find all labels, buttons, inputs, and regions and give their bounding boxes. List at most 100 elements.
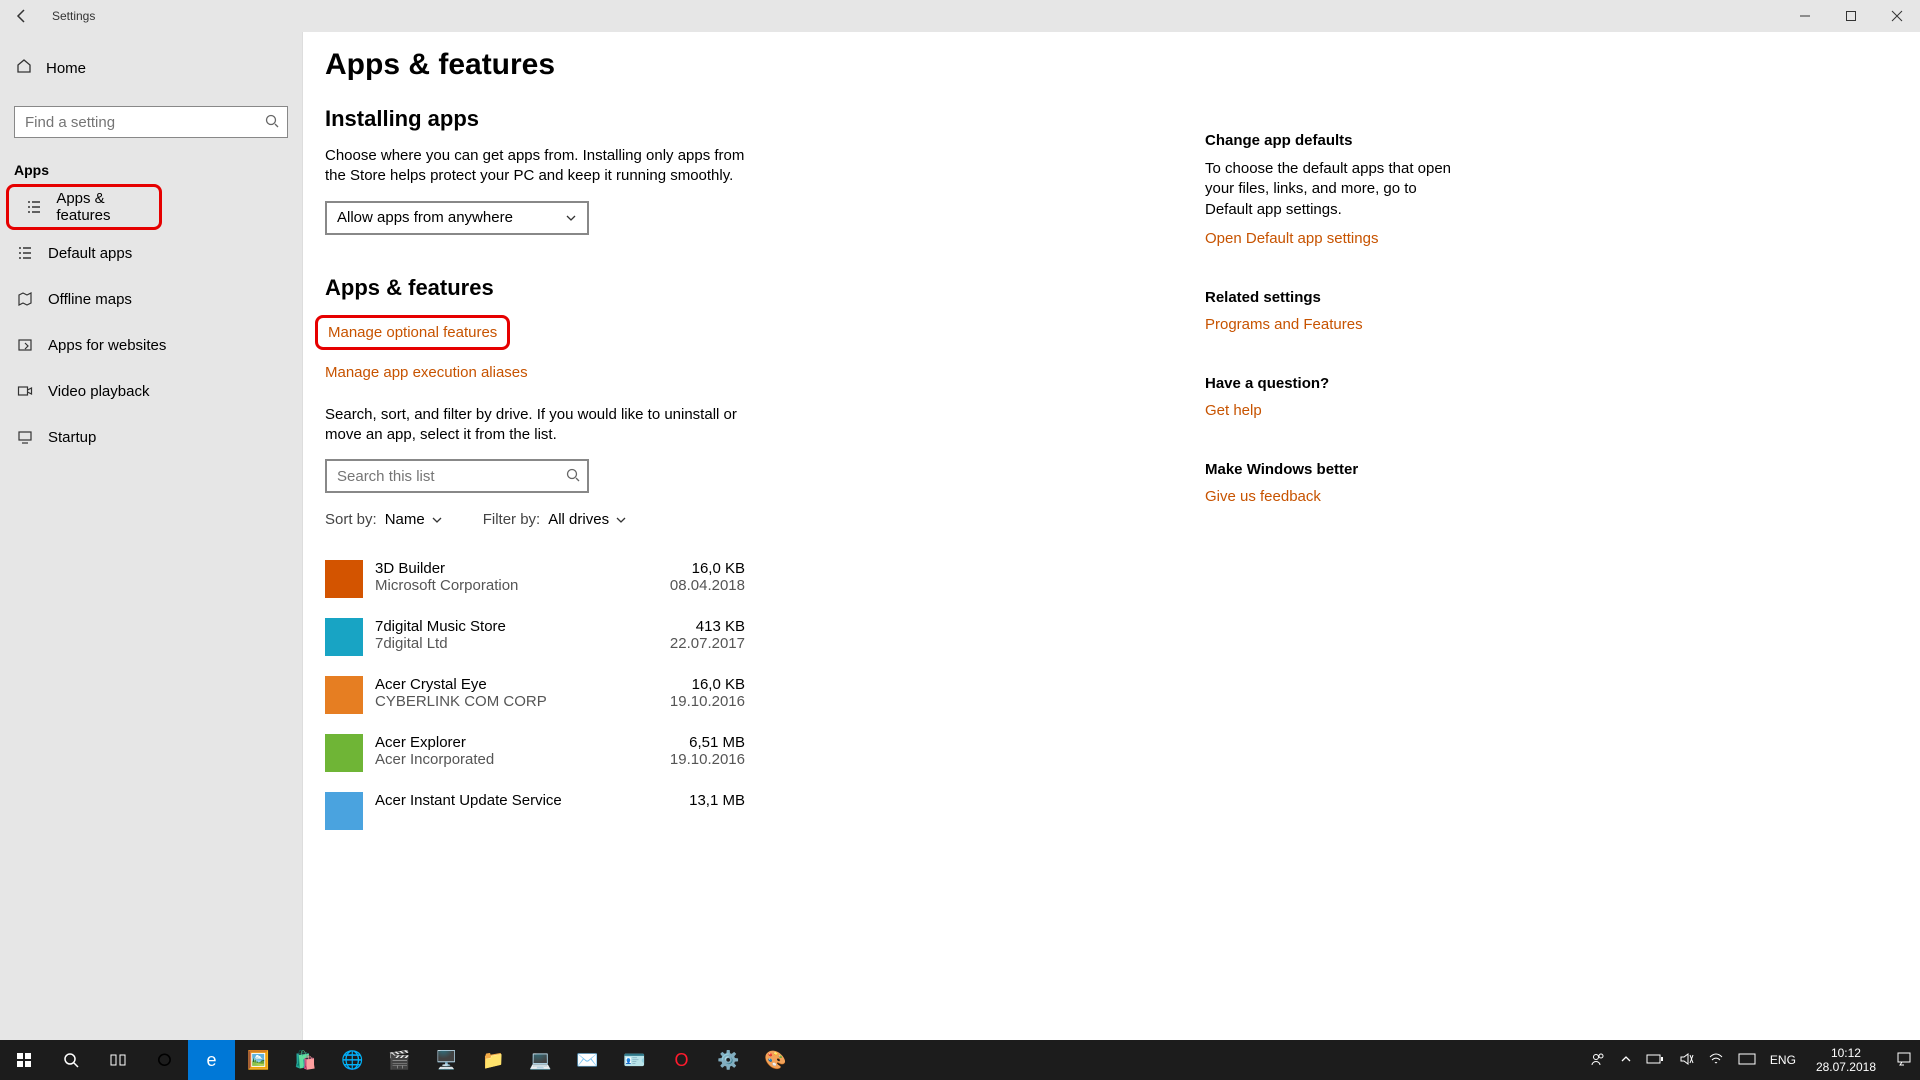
minimize-button[interactable] <box>1782 0 1828 32</box>
main: Apps & features Installing apps Choose w… <box>303 32 1920 1040</box>
taskbar-app-opera[interactable]: O <box>658 1040 705 1080</box>
taskbar-time: 10:12 <box>1816 1046 1876 1060</box>
sidebar-search-input[interactable] <box>14 106 288 138</box>
rail-have-question: Have a question? Get help <box>1205 375 1465 419</box>
sort-by-control[interactable]: Sort by: Name <box>325 511 443 528</box>
sidebar-item-apps-for-websites[interactable]: Apps for websites <box>0 322 302 368</box>
keyboard-icon[interactable] <box>1738 1053 1756 1068</box>
home-icon <box>16 58 32 78</box>
sidebar-home[interactable]: Home <box>0 46 302 90</box>
search-icon <box>264 113 280 133</box>
open-default-app-settings-link[interactable]: Open Default app settings <box>1205 230 1378 247</box>
app-row[interactable]: 7digital Music Store7digital Ltd413 KB22… <box>325 608 745 666</box>
manage-app-execution-aliases-link[interactable]: Manage app execution aliases <box>325 364 528 381</box>
filter-by-control[interactable]: Filter by: All drives <box>483 511 627 528</box>
taskbar-app-paint[interactable]: 🎨 <box>752 1040 799 1080</box>
app-row[interactable]: Acer Instant Update Service13,1 MB <box>325 782 745 840</box>
app-name: 7digital Music Store <box>375 618 658 635</box>
manage-optional-features-link[interactable]: Manage optional features <box>315 315 510 350</box>
sidebar-item-label: Offline maps <box>48 291 132 308</box>
list-icon <box>25 199 42 215</box>
start-button[interactable] <box>0 1040 47 1080</box>
action-center-icon[interactable] <box>1896 1051 1912 1070</box>
movie-icon: 🎬 <box>388 1050 410 1071</box>
app-icon <box>325 560 363 598</box>
apps-features-title: Apps & features <box>325 275 1185 301</box>
sidebar-item-offline-maps[interactable]: Offline maps <box>0 276 302 322</box>
rail-change-defaults: Change app defaults To choose the defaul… <box>1205 132 1465 247</box>
app-row[interactable]: Acer ExplorerAcer Incorporated6,51 MB19.… <box>325 724 745 782</box>
id-icon: 🪪 <box>623 1050 645 1071</box>
installing-apps-desc: Choose where you can get apps from. Inst… <box>325 146 765 187</box>
sort-by-value: Name <box>385 511 425 528</box>
folder-icon: 📁 <box>482 1050 504 1071</box>
taskbar-app-photos[interactable]: 🖼️ <box>235 1040 282 1080</box>
sidebar-section-label: Apps <box>14 162 302 178</box>
taskbar-app-cortana[interactable]: ⭘ <box>141 1040 188 1080</box>
app-row[interactable]: Acer Crystal EyeCYBERLINK COM CORP16,0 K… <box>325 666 745 724</box>
volume-icon[interactable] <box>1678 1051 1694 1070</box>
app-publisher: Acer Incorporated <box>375 751 658 768</box>
startup-icon <box>16 429 34 445</box>
sidebar-item-default-apps[interactable]: Default apps <box>0 230 302 276</box>
app-name: Acer Explorer <box>375 734 658 751</box>
app-publisher: 7digital Ltd <box>375 635 658 652</box>
task-view-button[interactable] <box>94 1040 141 1080</box>
right-rail: Change app defaults To choose the defaul… <box>1205 132 1465 547</box>
app-publisher: CYBERLINK COM CORP <box>375 693 658 710</box>
window-controls <box>1782 0 1920 32</box>
taskbar-app-chrome[interactable]: 🌐 <box>329 1040 376 1080</box>
taskbar-search-button[interactable] <box>47 1040 94 1080</box>
sidebar-item-label: Startup <box>48 429 96 446</box>
circle-icon: ⭘ <box>157 1050 171 1071</box>
chevron-down-icon <box>565 212 577 224</box>
sort-by-label: Sort by: <box>325 511 377 528</box>
people-icon[interactable] <box>1590 1051 1606 1070</box>
wifi-icon[interactable] <box>1708 1051 1724 1070</box>
programs-and-features-link[interactable]: Programs and Features <box>1205 316 1363 333</box>
titlebar: Settings <box>0 0 1920 32</box>
sidebar-home-label: Home <box>46 60 86 77</box>
apps-features-desc: Search, sort, and filter by drive. If yo… <box>325 405 765 446</box>
taskbar-app-network[interactable]: 💻 <box>517 1040 564 1080</box>
give-us-feedback-link[interactable]: Give us feedback <box>1205 488 1321 505</box>
filter-by-value: All drives <box>548 511 609 528</box>
taskbar-app-explorer[interactable]: 📁 <box>470 1040 517 1080</box>
photos-icon: 🖼️ <box>247 1050 269 1071</box>
app-name: 3D Builder <box>375 560 658 577</box>
opera-icon: O <box>674 1050 688 1071</box>
taskbar-app-edge[interactable]: e <box>188 1040 235 1080</box>
taskbar-app-id[interactable]: 🪪 <box>611 1040 658 1080</box>
language-indicator[interactable]: ENG <box>1770 1053 1796 1067</box>
app-list-search-wrap <box>325 459 589 493</box>
install-source-select[interactable]: Allow apps from anywhere <box>325 201 589 235</box>
chrome-icon: 🌐 <box>341 1050 363 1071</box>
rail-related-settings: Related settings Programs and Features <box>1205 289 1465 333</box>
rail-question-title: Have a question? <box>1205 375 1465 392</box>
back-button[interactable] <box>0 0 44 32</box>
sidebar-item-startup[interactable]: Startup <box>0 414 302 460</box>
gear-icon: ⚙️ <box>717 1050 739 1071</box>
battery-icon[interactable] <box>1646 1053 1664 1068</box>
taskbar-app-settings[interactable]: ⚙️ <box>705 1040 752 1080</box>
store-icon: 🛍️ <box>294 1050 316 1071</box>
sidebar-item-video-playback[interactable]: Video playback <box>0 368 302 414</box>
installing-apps-title: Installing apps <box>325 106 1185 132</box>
taskbar-app-moviemaker[interactable]: 🎬 <box>376 1040 423 1080</box>
get-help-link[interactable]: Get help <box>1205 402 1262 419</box>
video-icon <box>16 383 34 399</box>
app-list-search-input[interactable] <box>325 459 589 493</box>
taskbar-app-mail[interactable]: ✉️ <box>564 1040 611 1080</box>
maximize-button[interactable] <box>1828 0 1874 32</box>
tray-chevron-up-icon[interactable] <box>1620 1053 1632 1068</box>
app-row[interactable]: 3D BuilderMicrosoft Corporation16,0 KB08… <box>325 550 745 608</box>
sidebar-item-apps-features[interactable]: Apps & features <box>6 184 162 230</box>
app-size: 413 KB <box>670 618 745 635</box>
sort-filter-bar: Sort by: Name Filter by: All drives <box>325 511 1185 528</box>
taskbar-app-monitor[interactable]: 🖥️ <box>423 1040 470 1080</box>
app-size: 6,51 MB <box>670 734 745 751</box>
taskbar-app-store[interactable]: 🛍️ <box>282 1040 329 1080</box>
close-button[interactable] <box>1874 0 1920 32</box>
rail-better-title: Make Windows better <box>1205 461 1465 478</box>
taskbar-clock[interactable]: 10:12 28.07.2018 <box>1810 1046 1882 1075</box>
